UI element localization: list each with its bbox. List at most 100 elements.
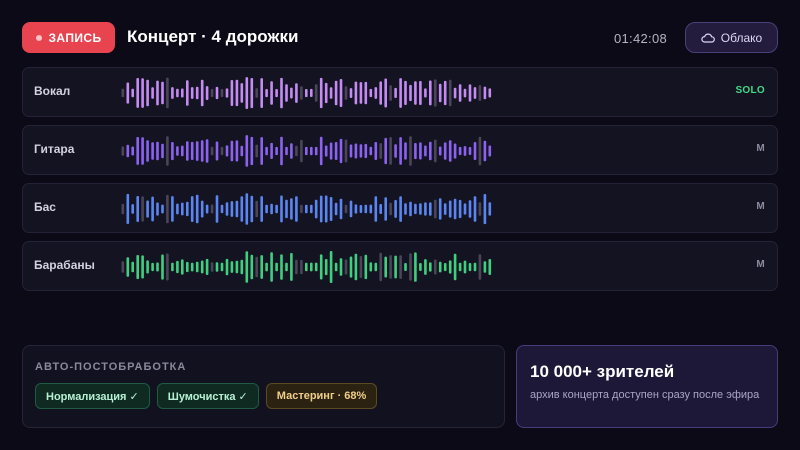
waveform-bar	[181, 88, 184, 98]
waveform-bar	[250, 195, 254, 223]
waveform-bar	[265, 89, 268, 98]
waveform-bar	[230, 80, 234, 106]
viewers-promo-card: 10 000+ зрителей архив концерта доступен…	[516, 345, 778, 428]
cloud-button[interactable]: Облако	[685, 22, 778, 53]
waveform-bar	[295, 196, 298, 222]
step-denoise-chip[interactable]: Шумочистка ✓	[156, 383, 259, 409]
mute-button[interactable]: M	[756, 143, 765, 154]
waveform-bar	[339, 79, 343, 107]
waveform-bar	[235, 140, 239, 162]
waveform-bar	[295, 259, 298, 275]
waveform-bar	[195, 261, 199, 273]
waveform[interactable]	[121, 73, 493, 113]
track-guitar[interactable]: Гитара M	[22, 125, 778, 175]
waveform-bar	[364, 254, 368, 280]
waveform-bar	[319, 254, 323, 280]
waveform-bar	[300, 259, 303, 275]
waveform-bar	[260, 196, 263, 222]
waveform-bar	[473, 196, 477, 222]
waveform-bar	[359, 205, 363, 213]
step-mastering-chip[interactable]: Мастеринг · 68%	[265, 383, 378, 409]
waveform[interactable]	[121, 131, 493, 171]
waveform-bar	[215, 262, 219, 272]
waveform-bar	[453, 198, 457, 220]
waveform-bar	[186, 80, 189, 106]
waveform-bar	[200, 140, 204, 162]
waveform-bar	[389, 202, 392, 216]
waveform-bar	[126, 82, 130, 104]
waveform-bar	[240, 145, 244, 157]
waveform-bar	[270, 252, 273, 282]
waveform-bar	[195, 141, 199, 161]
promo-text: архив концерта доступен сразу после эфир…	[530, 389, 760, 401]
record-button[interactable]: ЗАПИСЬ	[22, 22, 115, 53]
waveform-bar	[200, 260, 204, 274]
waveform-bar	[463, 146, 467, 156]
waveform-bar	[210, 204, 214, 214]
waveform[interactable]	[121, 247, 493, 287]
track-vocal[interactable]: Вокал SOLO	[22, 67, 778, 117]
waveform-bar	[260, 137, 263, 165]
waveform[interactable]	[121, 189, 493, 229]
solo-button[interactable]: SOLO	[735, 85, 765, 96]
waveform-bar	[344, 86, 348, 100]
waveform-bar	[399, 78, 402, 108]
waveform-bar	[334, 202, 338, 216]
waveform-bar	[136, 196, 139, 222]
waveform-bar	[141, 255, 144, 279]
waveform-bar	[225, 202, 229, 216]
mute-button[interactable]: M	[756, 259, 765, 270]
waveform-bar	[141, 137, 144, 165]
mute-button[interactable]: M	[756, 201, 765, 212]
waveform-bar	[285, 146, 288, 156]
waveform-bar	[295, 83, 298, 103]
waveform-bar	[458, 146, 462, 156]
waveform-bar	[473, 142, 477, 160]
waveform-bar	[374, 262, 378, 272]
waveform-bar	[305, 262, 308, 272]
waveform-bar	[151, 87, 154, 99]
waveform-bar	[121, 146, 125, 156]
waveform-bar	[171, 87, 174, 99]
track-name: Барабаны	[34, 258, 95, 272]
waveform-bar	[384, 256, 387, 278]
waveform-bar	[349, 200, 353, 218]
track-bass[interactable]: Бас M	[22, 183, 778, 233]
waveform-bar	[364, 81, 368, 105]
waveform-bar	[443, 263, 447, 272]
waveform-bar	[384, 197, 387, 221]
waveform-bar	[424, 88, 427, 98]
waveform-bar	[448, 260, 452, 274]
waveform-bar	[319, 77, 323, 109]
waveform-bar	[319, 136, 323, 166]
waveform-bar	[424, 259, 427, 275]
waveform-bar	[384, 137, 387, 165]
waveform-bar	[190, 262, 194, 272]
waveform-bar	[458, 262, 462, 272]
waveform-bar	[329, 142, 333, 160]
waveform-bar	[280, 195, 283, 223]
waveform-bar	[359, 256, 363, 278]
waveform-bar	[290, 143, 293, 159]
waveform-bar	[146, 200, 149, 218]
record-label: ЗАПИСЬ	[48, 30, 102, 45]
waveform-bar	[438, 198, 442, 220]
waveform-bar	[181, 259, 184, 275]
waveform-bar	[131, 146, 134, 156]
waveform-bar	[453, 143, 457, 159]
waveform-bar	[245, 77, 249, 109]
waveform-bar	[205, 204, 209, 214]
waveform-bar	[176, 260, 179, 274]
waveform-bar	[310, 204, 313, 214]
waveform-bar	[146, 260, 149, 274]
cloud-icon	[701, 33, 715, 43]
waveform-bar	[275, 146, 278, 156]
waveform-bar	[205, 258, 209, 275]
waveform-bar	[136, 137, 139, 165]
waveform-bar	[126, 193, 130, 224]
waveform-bar	[434, 199, 437, 219]
step-normalization-chip[interactable]: Нормализация ✓	[35, 383, 150, 409]
waveform-bar	[389, 255, 392, 279]
waveform-bar	[453, 87, 457, 99]
track-drums[interactable]: Барабаны M	[22, 241, 778, 291]
